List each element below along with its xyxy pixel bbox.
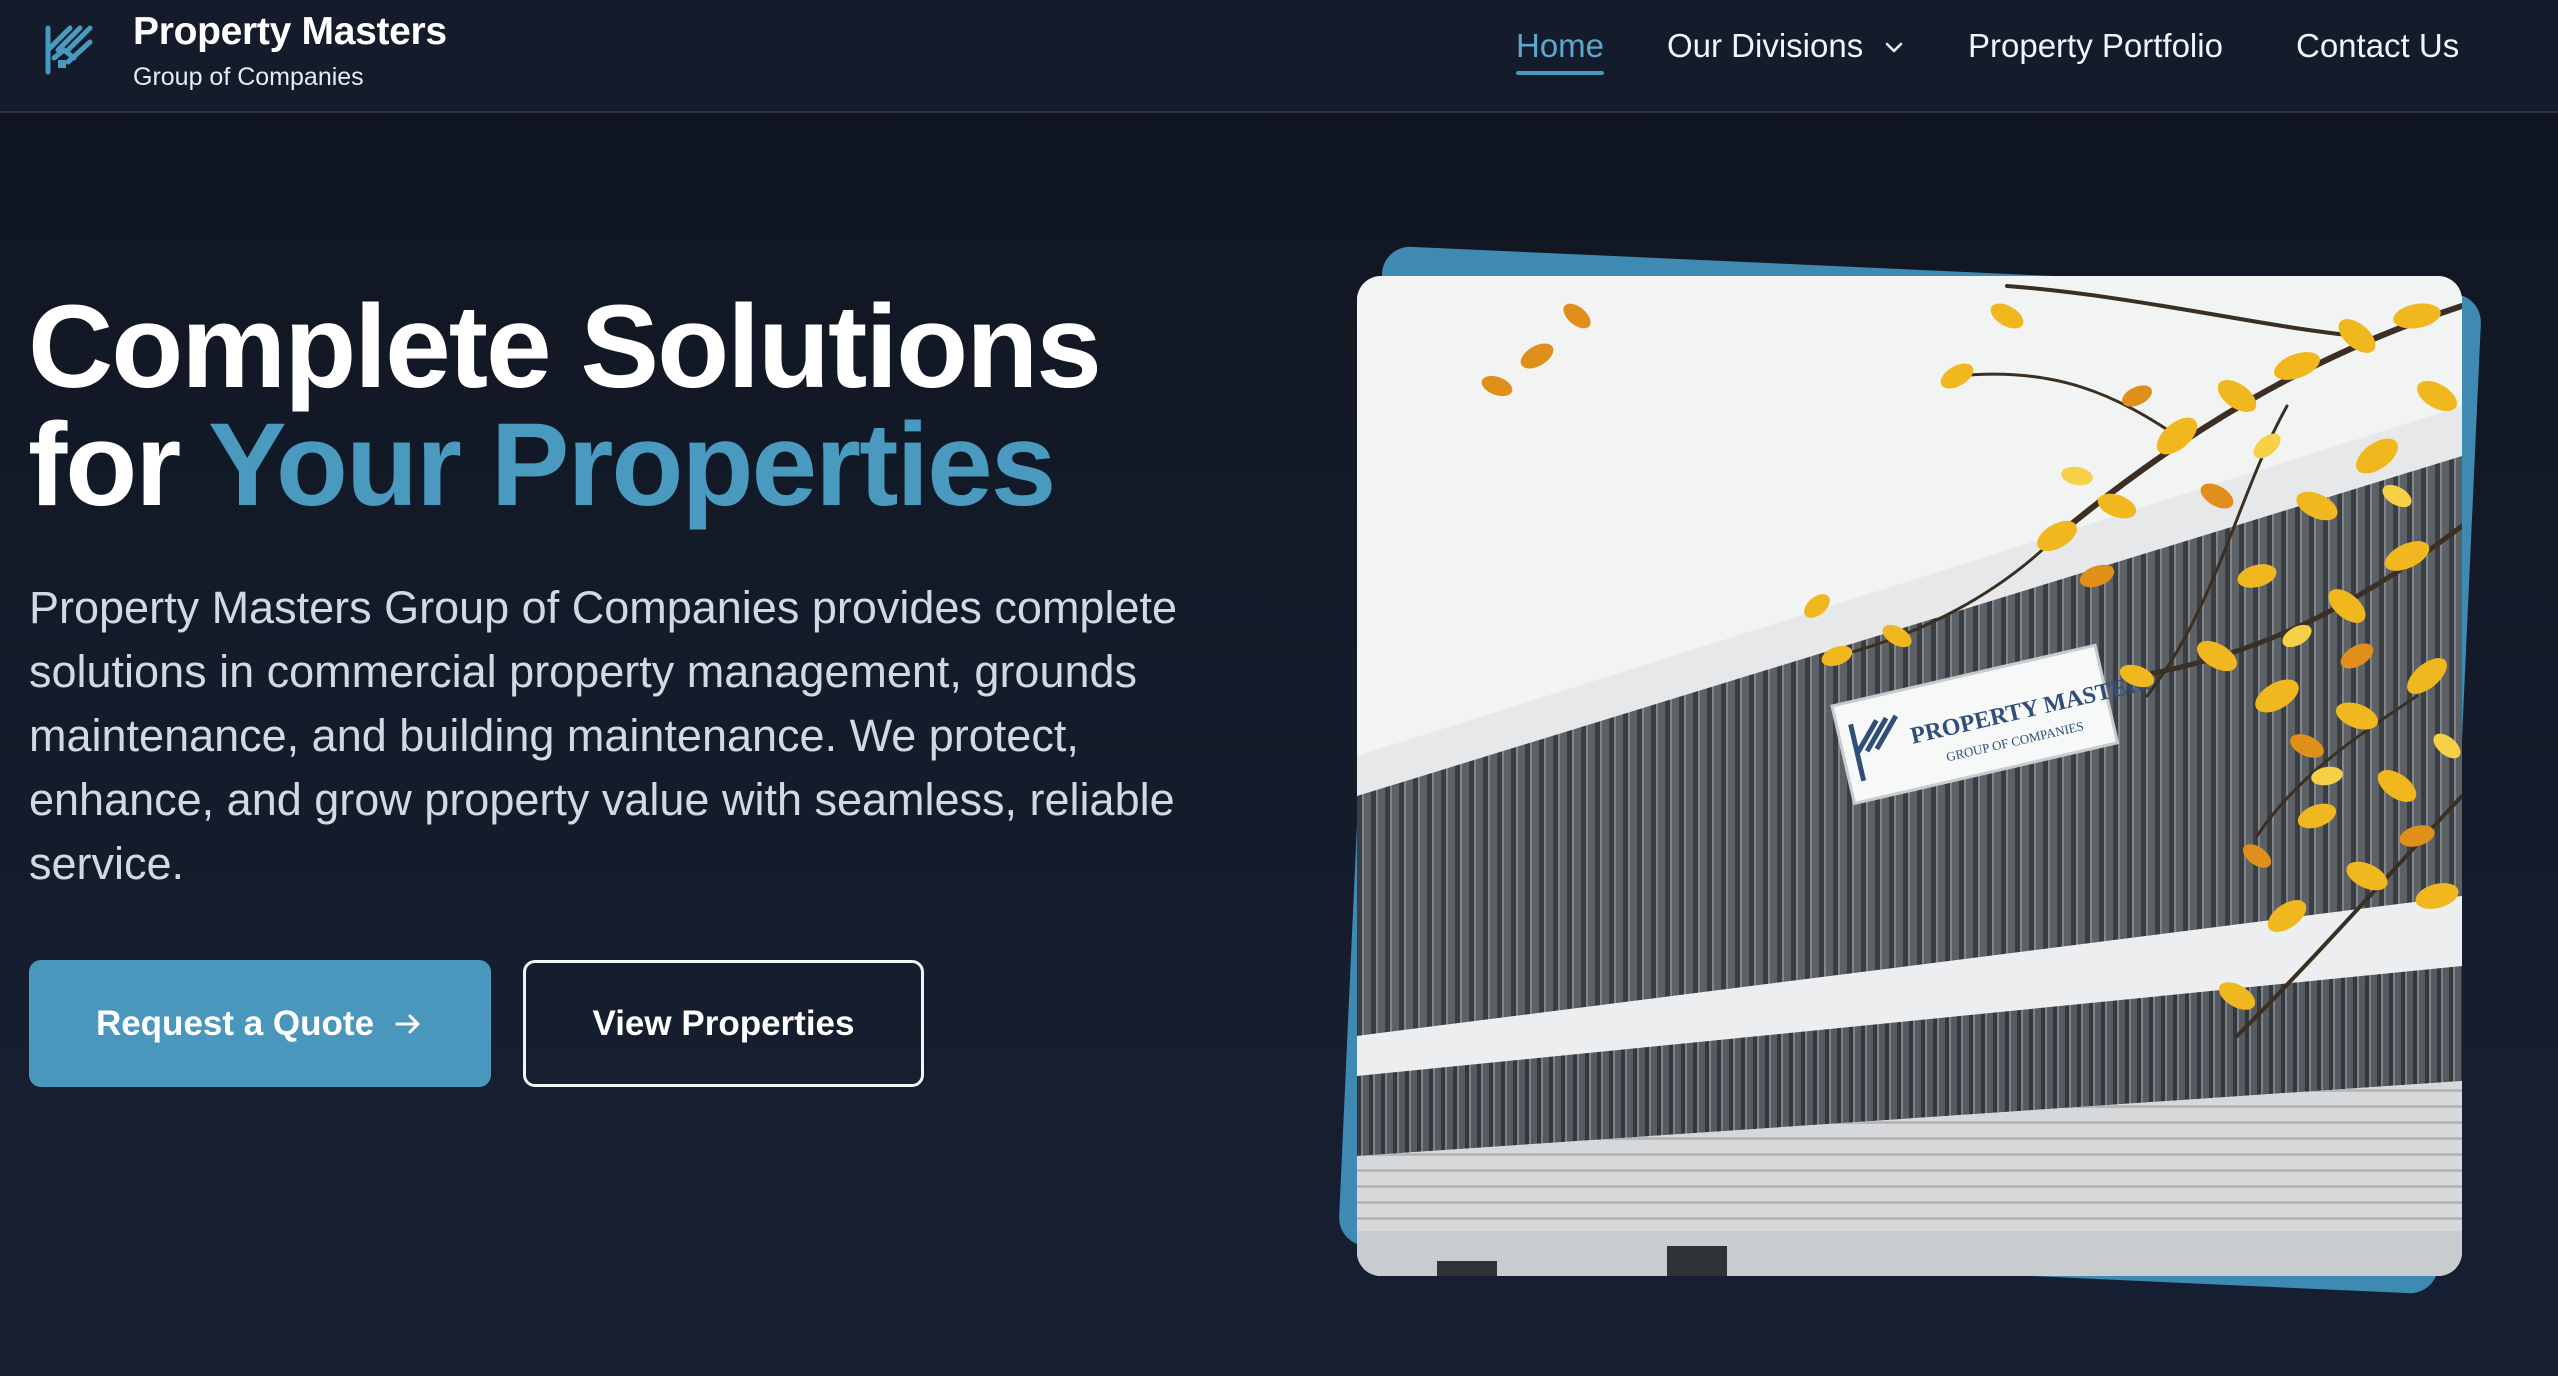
- nav-property-portfolio[interactable]: Property Portfolio: [1968, 27, 2223, 65]
- nav-our-divisions[interactable]: Our Divisions: [1667, 27, 1904, 65]
- hero-building-photo: PROPERTY MASTERS GROUP OF COMPANIES: [1357, 276, 2462, 1276]
- hero-description: Property Masters Group of Companies prov…: [29, 582, 1178, 889]
- request-quote-button[interactable]: Request a Quote: [29, 960, 491, 1087]
- top-navbar: Property Masters Group of Companies Home…: [0, 0, 2558, 113]
- hero-title-line1: Complete Solutions: [28, 281, 1102, 413]
- nav-our-divisions-label: Our Divisions: [1667, 27, 1864, 64]
- hero-title-accent: Your Properties: [207, 399, 1056, 531]
- view-properties-button[interactable]: View Properties: [523, 960, 924, 1087]
- hero-image-frame: PROPERTY MASTERS GROUP OF COMPANIES: [1330, 245, 2490, 1305]
- chevron-down-icon: [1886, 42, 1903, 53]
- nav-contact-us[interactable]: Contact Us: [2296, 27, 2459, 65]
- hero-title-line2-prefix: for: [28, 399, 208, 531]
- nav-home-label: Home: [1516, 27, 1605, 64]
- nav-active-underline: [1516, 71, 1605, 75]
- view-properties-label: View Properties: [592, 1003, 855, 1043]
- page: Property Masters Group of Companies Home…: [0, 0, 2558, 1376]
- request-quote-label: Request a Quote: [95, 1003, 375, 1043]
- nav-property-portfolio-label: Property Portfolio: [1968, 27, 2223, 64]
- nav-contact-us-label: Contact Us: [2296, 27, 2460, 64]
- hero-title: Complete Solutions for Your Properties: [28, 288, 1278, 524]
- pm-house-logo-icon: [45, 25, 93, 75]
- nav-home[interactable]: Home: [1516, 27, 1605, 75]
- brand-name: Property Masters: [133, 10, 447, 53]
- arrow-right-icon: [392, 1008, 424, 1040]
- brand-subtitle: Group of Companies: [133, 63, 364, 91]
